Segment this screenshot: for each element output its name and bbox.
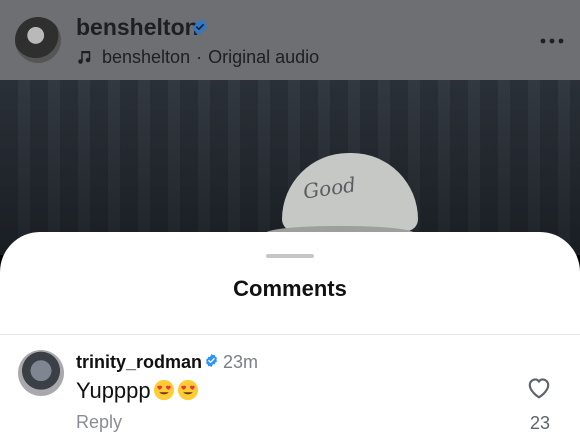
audio-separator: ·	[196, 46, 203, 67]
commenter-avatar[interactable]	[18, 350, 64, 396]
audio-username: benshelton	[102, 46, 191, 67]
verified-badge-icon	[193, 19, 207, 35]
comment-timestamp: 23m	[223, 352, 259, 372]
author-avatar[interactable]	[15, 17, 61, 63]
audio-label: Original audio	[208, 46, 320, 67]
heart-outline-icon[interactable]	[526, 375, 552, 399]
audio-row[interactable]: benshelton · Original audio	[76, 45, 319, 69]
comments-sheet: Comments trinity_rodman 23m Yupppp Reply…	[0, 232, 580, 434]
like-count: 23	[529, 413, 551, 433]
comment-text: Yupppp	[76, 378, 199, 404]
reply-button[interactable]: Reply	[76, 412, 122, 433]
video-preview[interactable]: Good	[0, 80, 580, 255]
sheet-drag-handle[interactable]	[266, 254, 314, 258]
comments-title: Comments	[233, 276, 347, 301]
more-horizontal-icon[interactable]	[540, 36, 564, 46]
comment-body: Yupppp	[76, 378, 151, 403]
verified-badge-icon	[206, 353, 217, 368]
post-header: benshelton benshelton · Original audio	[0, 0, 580, 80]
commenter-username[interactable]: trinity_rodman	[76, 352, 202, 373]
author-username[interactable]: benshelton	[76, 14, 199, 41]
music-note-icon	[78, 51, 91, 64]
heart-eyes-emoji-icon	[177, 379, 198, 401]
sheet-divider	[0, 334, 580, 335]
heart-eyes-emoji-icon	[153, 379, 174, 401]
